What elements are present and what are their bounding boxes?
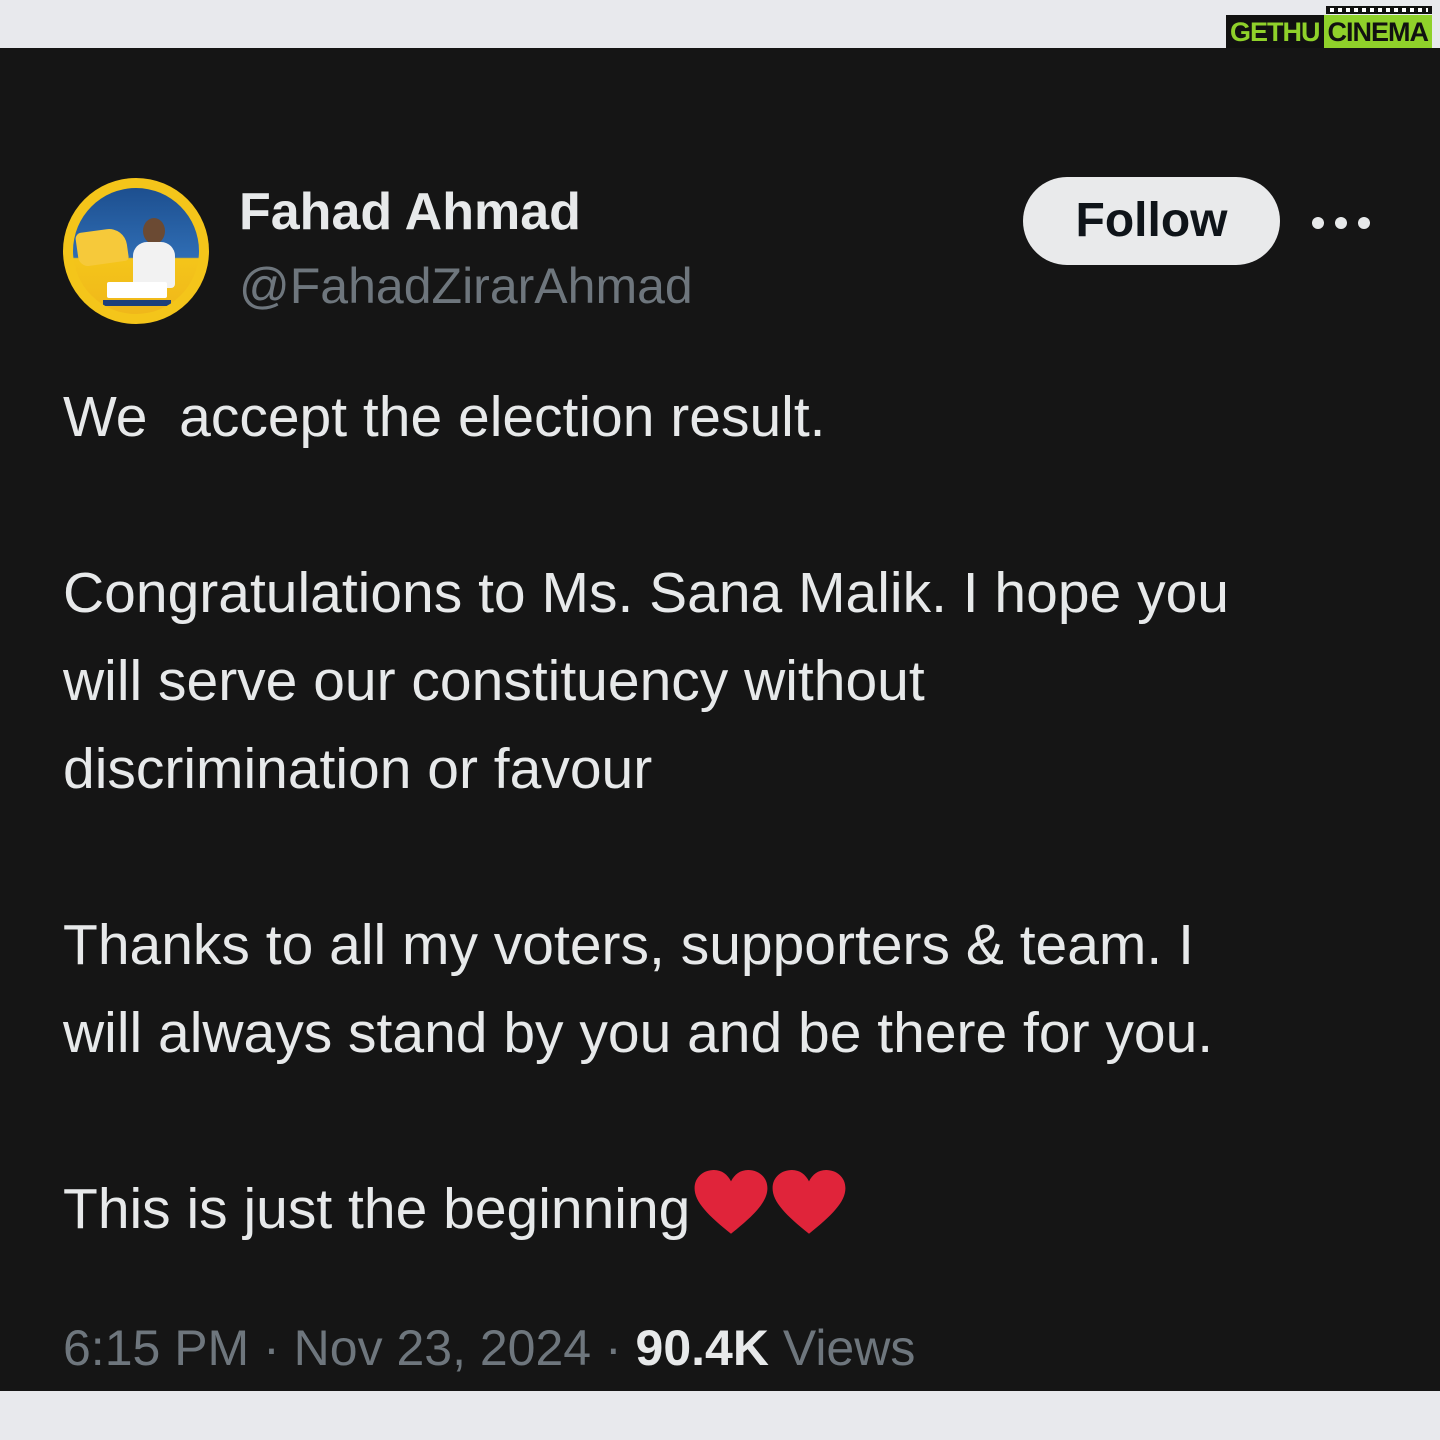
red-heart-icon	[772, 1170, 846, 1234]
more-options-icon[interactable]	[1312, 208, 1370, 238]
tweet-line: Thanks to all my voters, supporters & te…	[63, 913, 1194, 977]
tweet-time[interactable]: 6:15 PM	[63, 1320, 249, 1376]
avatar-person-graphic	[131, 218, 177, 288]
red-heart-icon	[694, 1170, 768, 1234]
watermark-part2: CINEMA	[1323, 15, 1432, 49]
tweet-line: discrimination or favour	[63, 737, 653, 801]
avatar-map-graphic	[74, 226, 130, 268]
avatar[interactable]	[63, 178, 209, 324]
tweet-line: We accept the election result.	[63, 385, 826, 449]
avatar-image	[73, 188, 199, 314]
tweet-card: Fahad Ahmad @FahadZirarAhmad Follow We a…	[0, 48, 1440, 1391]
author-name[interactable]: Fahad Ahmad	[239, 180, 581, 244]
tweet-text: We accept the election result. Congratul…	[63, 373, 1403, 1253]
separator-dot: ·	[249, 1320, 294, 1376]
film-strip-decoration	[1326, 6, 1432, 14]
tweet-line: will serve our constituency without	[63, 649, 925, 713]
author-handle[interactable]: @FahadZirarAhmad	[239, 254, 693, 318]
watermark-text: GETHU CINEMA	[1226, 15, 1432, 49]
tweet-date[interactable]: Nov 23, 2024	[294, 1320, 591, 1376]
views-label: Views	[782, 1320, 916, 1376]
tweet-line-last: This is just the beginning	[63, 1165, 1403, 1253]
watermark-part1: GETHU	[1226, 15, 1324, 49]
tweet-line-text: This is just the beginning	[63, 1177, 691, 1241]
views-count[interactable]: 90.4K	[636, 1320, 769, 1376]
avatar-banner-graphic	[107, 282, 167, 298]
avatar-banner-strip	[103, 300, 171, 306]
tweet-line: will always stand by you and be there fo…	[63, 1001, 1214, 1065]
tweet-line: Congratulations to Ms. Sana Malik. I hop…	[63, 561, 1229, 625]
tweet-metadata: 6:15 PM · Nov 23, 2024 · 90.4K Views	[63, 1313, 915, 1383]
separator-dot: ·	[591, 1320, 636, 1376]
follow-button[interactable]: Follow	[1023, 177, 1280, 265]
